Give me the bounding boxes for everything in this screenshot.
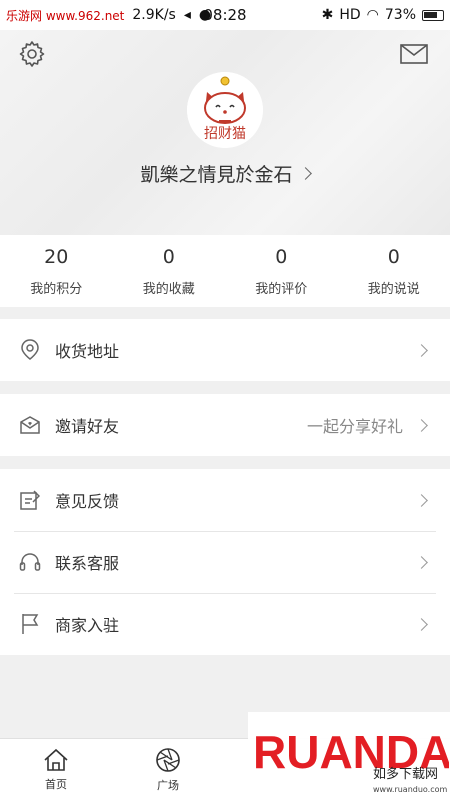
home-icon xyxy=(44,748,68,771)
stat-points[interactable]: 20 我的积分 xyxy=(0,235,113,307)
menu-item-hint: 一起分享好礼 xyxy=(306,417,403,436)
menu-item-service[interactable]: 联系客服 xyxy=(0,531,450,593)
menu-item-invite[interactable]: 邀请好友 一起分享好礼 xyxy=(0,394,450,456)
lucky-cat-logo: 招财猫 xyxy=(187,72,263,148)
stat-label: 我的积分 xyxy=(30,281,83,297)
chevron-right-icon xyxy=(415,418,428,432)
invite-envelope-icon xyxy=(18,413,42,437)
watermark-subtitle: 如多下载网 xyxy=(373,766,438,782)
stat-label: 我的说说 xyxy=(367,281,420,297)
menu-item-label: 联系客服 xyxy=(55,554,120,573)
username-link[interactable]: 凱樂之情見於金石 xyxy=(0,160,450,187)
stat-label: 我的收藏 xyxy=(142,281,195,297)
chevron-right-icon xyxy=(415,617,428,631)
avatar[interactable]: 招财猫 xyxy=(187,72,263,148)
tab-square[interactable]: 广场 xyxy=(112,739,224,800)
menu-group-support: 意见反馈 联系客服 商家入驻 xyxy=(0,469,450,655)
gear-icon[interactable] xyxy=(18,40,46,68)
menu-item-label: 商家入驻 xyxy=(55,616,120,635)
chevron-right-icon xyxy=(415,343,428,357)
menu-item-label: 意见反馈 xyxy=(55,492,120,511)
headset-icon xyxy=(18,550,42,574)
battery-icon xyxy=(422,9,444,21)
menu-item-merchant[interactable]: 商家入驻 xyxy=(0,593,450,655)
chat-bubble-icon: ● xyxy=(198,7,212,23)
stats-bar: 20 我的积分 0 我的收藏 0 我的评价 0 我的说说 xyxy=(0,235,450,307)
stat-posts[interactable]: 0 我的说说 xyxy=(338,235,450,307)
tab-label: 首页 xyxy=(45,777,67,791)
stat-reviews[interactable]: 0 我的评价 xyxy=(225,235,338,307)
mute-icon: ◂ xyxy=(183,7,191,23)
flag-icon xyxy=(18,612,42,636)
stat-value: 0 xyxy=(275,245,288,268)
tab-home[interactable]: 首页 xyxy=(0,739,112,800)
watermark-text: 乐游网 www.962.net xyxy=(6,8,125,23)
network-type: HD xyxy=(339,7,361,23)
location-pin-icon xyxy=(18,338,42,362)
bluetooth-icon: ✱ xyxy=(321,7,334,23)
battery-percent: 73% xyxy=(384,7,416,23)
menu-item-feedback[interactable]: 意见反馈 xyxy=(0,469,450,531)
menu-group-address: 收货地址 xyxy=(0,319,450,381)
tab-label: 广场 xyxy=(157,778,179,792)
chevron-right-icon xyxy=(415,493,428,507)
aperture-icon xyxy=(156,747,180,772)
watermark-url: www.ruanduo.com xyxy=(373,785,448,794)
menu-item-label: 收货地址 xyxy=(55,342,120,361)
profile-header: 招财猫 凱樂之情見於金石 xyxy=(0,30,450,235)
brand-watermark: RUANDADO 如多下载网 www.ruanduo.com xyxy=(248,712,450,800)
chevron-right-icon xyxy=(298,167,312,180)
feedback-edit-icon xyxy=(18,488,42,512)
ruanduo-logo: RUANDADO 如多下载网 www.ruanduo.com xyxy=(253,726,449,794)
mail-icon[interactable] xyxy=(400,44,428,64)
stat-favorites[interactable]: 0 我的收藏 xyxy=(113,235,226,307)
chevron-right-icon xyxy=(415,555,428,569)
stat-value: 20 xyxy=(44,245,69,268)
menu-item-label: 邀请好友 xyxy=(55,417,120,436)
stat-value: 0 xyxy=(387,245,400,268)
status-bar: 乐游网 www.962.net 2.9K/s ◂ ● 08:28 ✱ HD ◠ … xyxy=(0,0,450,30)
menu-group-invite: 邀请好友 一起分享好礼 xyxy=(0,394,450,456)
network-speed: 2.9K/s xyxy=(132,7,176,23)
stat-label: 我的评价 xyxy=(255,281,308,297)
stat-value: 0 xyxy=(162,245,175,268)
avatar-logo-text: 招财猫 xyxy=(204,126,246,142)
menu-item-address[interactable]: 收货地址 xyxy=(0,319,450,381)
username: 凱樂之情見於金石 xyxy=(140,164,293,186)
wifi-icon: ◠ xyxy=(366,7,379,23)
